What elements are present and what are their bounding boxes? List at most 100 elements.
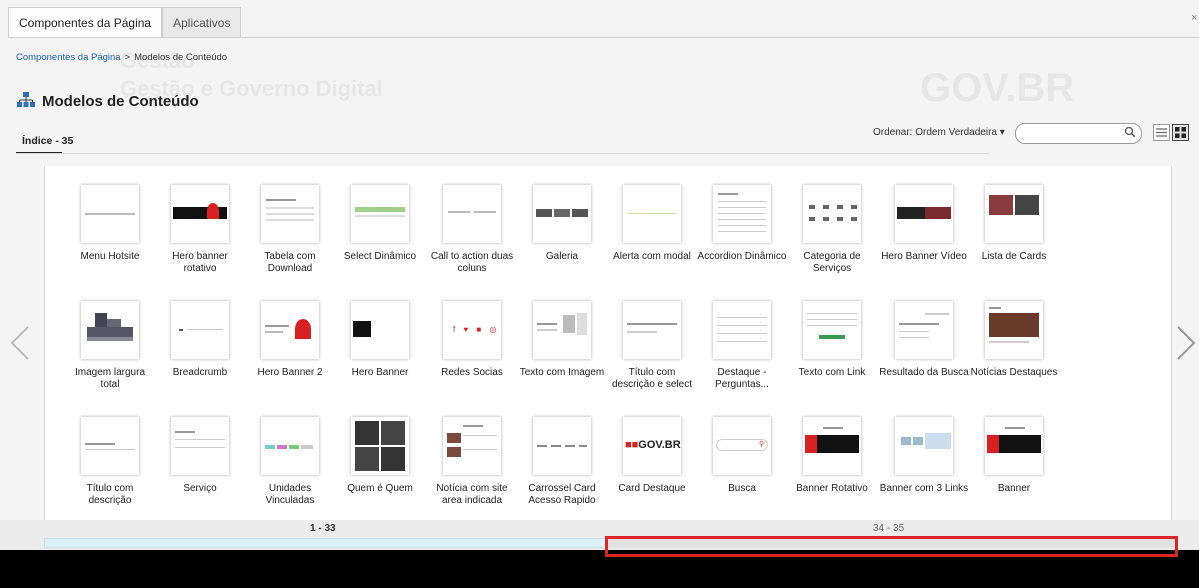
content-model-card[interactable]: Quem é Quem: [335, 417, 425, 495]
content-model-card[interactable]: Destaque - Perguntas...: [697, 301, 787, 391]
page-title-text: Modelos de Conteúdo: [42, 93, 199, 110]
card-label: Título com descrição: [86, 483, 134, 506]
thumbnail-news: [985, 301, 1043, 359]
content-model-card[interactable]: f ♥ ■ ◎ Redes Socias: [427, 301, 517, 379]
thumbnail-gallery: [533, 185, 591, 243]
card-label: Notícia com site area indicada: [436, 483, 508, 506]
content-model-card[interactable]: Banner: [969, 417, 1059, 495]
thumbnail-search: ⚲: [713, 417, 771, 475]
breadcrumb-separator: >: [124, 52, 131, 63]
content-carousel: Menu Hotsite Hero banner rotativo Tabela c…: [44, 166, 1172, 521]
thumbnail-cards-list: [985, 185, 1043, 243]
search-input[interactable]: [1015, 123, 1142, 144]
index-tab[interactable]: Índice - 35: [22, 135, 73, 147]
card-label: Accordion Dinâmico: [697, 251, 787, 262]
thumbnail-text-link: [803, 301, 861, 359]
close-icon[interactable]: ×: [1191, 12, 1197, 24]
content-model-card[interactable]: Notícia com site area indicada: [427, 417, 517, 507]
page-title: Modelos de Conteúdo: [16, 91, 199, 112]
tabs-divider: [8, 37, 1199, 38]
content-model-card[interactable]: Tabela com Download: [245, 185, 335, 275]
content-model-card[interactable]: Unidades Vinculadas: [245, 417, 335, 507]
thumbnail-faq: [713, 301, 771, 359]
content-model-card[interactable]: ■■GOV.BR Card Destaque: [607, 417, 697, 495]
content-model-card[interactable]: Accordion Dinâmico: [697, 185, 787, 263]
content-model-card[interactable]: Breadcrumb: [155, 301, 245, 379]
thumbnail-search-result: [895, 301, 953, 359]
content-model-card[interactable]: Texto com Imagem: [517, 301, 607, 379]
card-label: Tabela com Download: [264, 251, 316, 274]
content-model-card[interactable]: Notícias Destaques: [969, 301, 1059, 379]
content-model-card[interactable]: Serviço: [155, 417, 245, 495]
content-model-card[interactable]: Banner com 3 Links: [879, 417, 969, 495]
card-label: Galeria: [545, 251, 579, 262]
content-model-card[interactable]: Texto com Link: [787, 301, 877, 379]
tab-page-components[interactable]: Componentes da Página: [8, 7, 163, 38]
thumbnail-alert: [623, 185, 681, 243]
content-model-card[interactable]: Título com descrição: [65, 417, 155, 507]
thumbnail-people: [351, 417, 409, 475]
card-label: Card Destaque: [618, 483, 686, 494]
content-model-card[interactable]: Menu Hotsite: [65, 185, 155, 263]
content-model-card[interactable]: Título com descrição e select: [607, 301, 697, 391]
carousel-prev-button[interactable]: [8, 325, 32, 364]
thumbnail-banner: [985, 417, 1043, 475]
card-label: Hero Banner 2: [257, 367, 323, 378]
card-label: Redes Socias: [441, 367, 503, 378]
breadcrumb-current: Modelos de Conteúdo: [134, 52, 228, 63]
card-label: Carrossel Card Acesso Rapido: [528, 483, 596, 506]
content-model-card[interactable]: Resultado da Busca: [879, 301, 969, 379]
content-model-card[interactable]: Hero Banner: [335, 301, 425, 379]
content-model-card[interactable]: ⚲ Busca: [697, 417, 787, 495]
card-label: Serviço: [183, 483, 217, 494]
content-model-card[interactable]: Hero banner rotativo: [155, 185, 245, 275]
content-model-card[interactable]: Call to action duas coluns: [427, 185, 517, 275]
sort-label: Ordenar:: [873, 127, 913, 138]
card-label: Busca: [728, 483, 756, 494]
card-label: Título com descrição e select: [611, 367, 693, 390]
content-model-card[interactable]: Banner Rotativo: [787, 417, 877, 495]
carousel-next-button[interactable]: [1174, 325, 1198, 364]
sitemap-icon: [16, 91, 36, 112]
sort-dropdown[interactable]: Ordem Verdadeira ▾: [915, 127, 1005, 138]
card-label: Destaque - Perguntas...: [715, 367, 769, 390]
sort-value: Ordem Verdadeira: [915, 127, 997, 138]
thumbnail-select-green: [351, 185, 409, 243]
content-model-card[interactable]: Lista de Cards: [969, 185, 1059, 263]
thumbnail-hero2: [261, 301, 319, 359]
card-label: Texto com Imagem: [519, 367, 605, 378]
thumbnail-table: [261, 185, 319, 243]
content-model-card[interactable]: Hero Banner Vídeo: [879, 185, 969, 263]
breadcrumb-root-link[interactable]: Componentes da Página: [16, 52, 121, 63]
thumbnail-banner3: [895, 417, 953, 475]
content-model-card[interactable]: Alerta com modal: [607, 185, 697, 263]
card-label: Banner Rotativo: [796, 483, 868, 494]
content-model-card[interactable]: Galeria: [517, 185, 607, 263]
thumbnail-accordion: [713, 185, 771, 243]
thumbnail-social: f ♥ ■ ◎: [443, 301, 501, 359]
breadcrumb: Componentes da Página > Modelos de Conteúd…: [16, 52, 227, 63]
search-icon[interactable]: [1124, 126, 1136, 141]
list-view-icon[interactable]: [1153, 124, 1170, 141]
card-label: Banner: [997, 483, 1031, 494]
page-2-label[interactable]: 34 - 35: [873, 523, 904, 534]
card-label: Resultado da Busca: [879, 367, 969, 378]
tab-applications[interactable]: Aplicativos: [162, 7, 242, 38]
grid-view-icon[interactable]: [1172, 124, 1189, 141]
card-label: Hero Banner Vídeo: [881, 251, 967, 262]
thumbnail-news-site: [443, 417, 501, 475]
content-model-card[interactable]: Imagem largura total: [65, 301, 155, 391]
page-1-scroll-segment[interactable]: [44, 538, 606, 548]
thumbnail-title-select: [623, 301, 681, 359]
card-label: Select Dinâmico: [343, 251, 417, 262]
page-1-label[interactable]: 1 - 33: [310, 523, 336, 534]
card-label: Banner com 3 Links: [879, 483, 969, 494]
background-ghost-logo: GOV.BR: [920, 66, 1075, 110]
content-model-card[interactable]: Carrossel Card Acesso Rapido: [517, 417, 607, 507]
card-label: Hero banner rotativo: [172, 251, 228, 274]
content-model-card[interactable]: Categoria de Serviços: [787, 185, 877, 275]
content-model-card[interactable]: Hero Banner 2: [245, 301, 335, 379]
content-model-card[interactable]: Select Dinâmico: [335, 185, 425, 263]
card-label: Texto com Link: [798, 367, 866, 378]
top-tabs: Componentes da Página Aplicativos: [8, 7, 242, 38]
